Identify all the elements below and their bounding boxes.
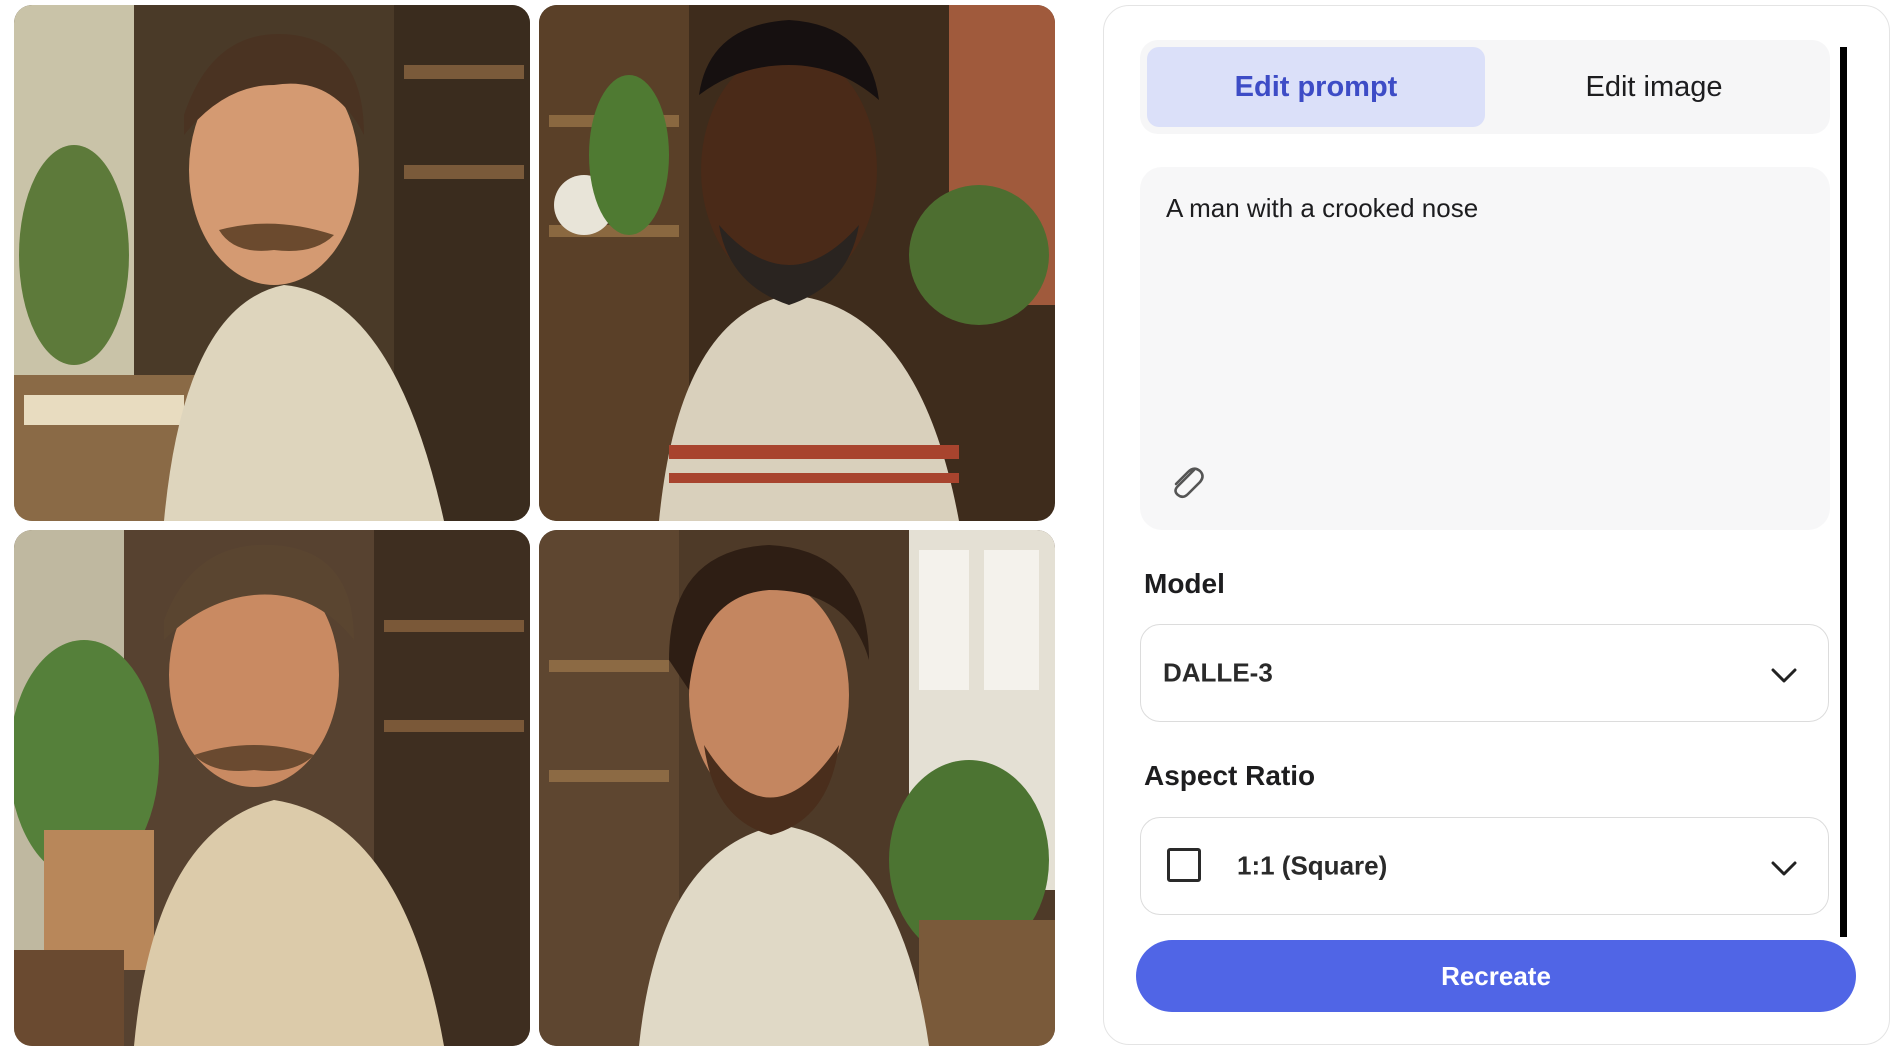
edit-mode-tabs: Edit prompt Edit image: [1140, 40, 1830, 134]
scrollbar[interactable]: [1840, 47, 1847, 937]
generated-image-1[interactable]: [14, 5, 530, 521]
image-grid: [14, 5, 1056, 1047]
generated-image-3[interactable]: [14, 530, 530, 1046]
aspect-ratio-label: Aspect Ratio: [1144, 760, 1316, 791]
generated-image-2[interactable]: [539, 5, 1055, 521]
model-value: DALLE-3: [1163, 657, 1273, 688]
aspect-ratio-value: 1:1 (Square): [1237, 850, 1388, 881]
model-label: Model: [1144, 568, 1225, 599]
square-icon: [1167, 848, 1201, 882]
model-select[interactable]: DALLE-3: [1140, 624, 1829, 722]
tab-edit-prompt[interactable]: Edit prompt: [1147, 47, 1485, 127]
portrait-image-2: [539, 5, 1055, 521]
prompt-textarea[interactable]: A man with a crooked nose: [1140, 167, 1830, 530]
recreate-button[interactable]: Recreate: [1136, 940, 1856, 1012]
portrait-image-4: [539, 530, 1055, 1046]
chevron-down-icon: [1771, 668, 1797, 683]
portrait-image-3: [14, 530, 530, 1046]
prompt-text[interactable]: A man with a crooked nose: [1166, 193, 1804, 224]
tab-edit-image[interactable]: Edit image: [1485, 47, 1823, 127]
paperclip-icon[interactable]: [1164, 460, 1208, 504]
generated-image-4[interactable]: [539, 530, 1055, 1046]
chevron-down-icon: [1771, 861, 1797, 876]
portrait-image-1: [14, 5, 530, 521]
aspect-ratio-select[interactable]: 1:1 (Square): [1140, 817, 1829, 915]
